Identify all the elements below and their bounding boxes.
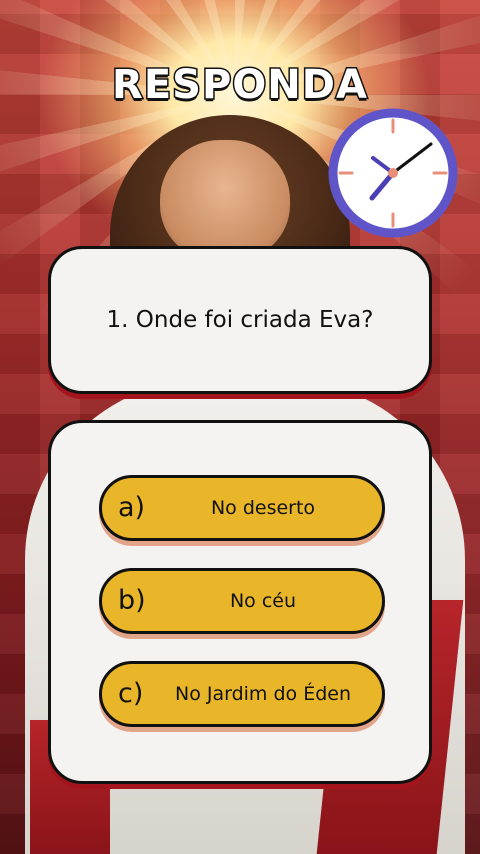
clock-icon [326,106,460,240]
option-c-button[interactable]: c) No Jardim do Éden [99,661,385,727]
answers-panel: a) No deserto b) No céu c) No Jardim do … [48,420,432,784]
option-a-text: No deserto [210,497,316,519]
option-b-text: No céu [229,590,297,612]
option-a-button[interactable]: a) No deserto [99,475,385,541]
question-card: 1. Onde foi criada Eva? [48,246,432,394]
option-a-letter: a) [118,491,146,523]
option-b-letter: b) [118,584,146,616]
page-title: RESPONDA [111,61,369,110]
option-b-button[interactable]: b) No céu [99,568,385,634]
figure-face [160,140,290,260]
option-c-text: No Jardim do Éden [174,683,351,705]
question-text: 1. Onde foi criada Eva? [106,307,374,333]
option-c-letter: c) [118,677,144,709]
